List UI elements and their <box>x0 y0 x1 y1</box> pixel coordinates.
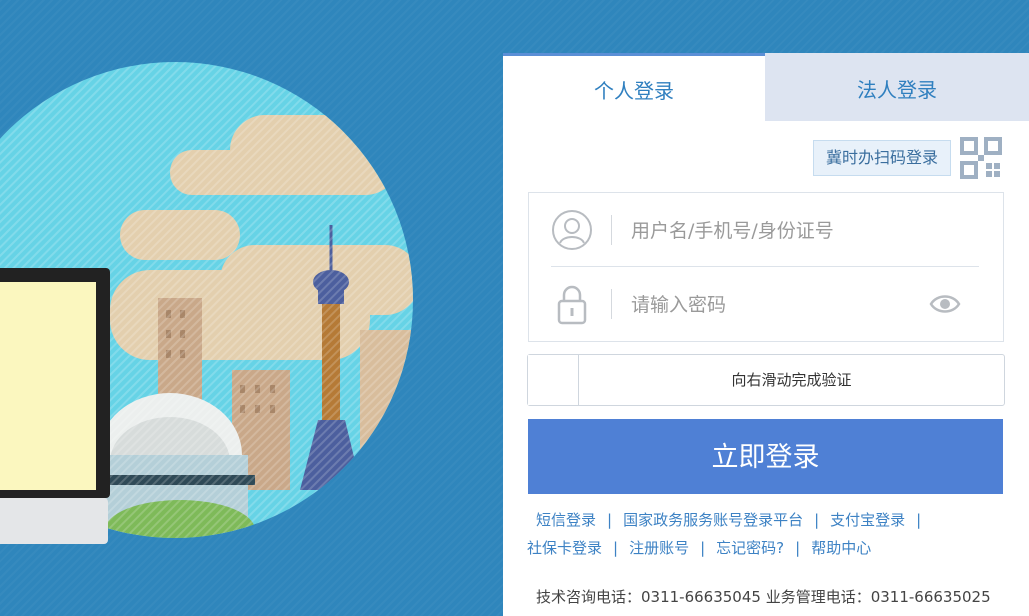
city-illustration-graphic <box>0 62 413 544</box>
qr-login[interactable]: 冀时办扫码登录 <box>813 136 1003 180</box>
support-hotline: 技术咨询电话：0311-66635045 业务管理电话：0311-6663502… <box>536 588 991 606</box>
national-gov-login-link[interactable]: 国家政务服务账号登录平台 <box>623 511 803 529</box>
slider-text: 向右滑动完成验证 <box>731 371 852 389</box>
login-tabs: 个人登录 法人登录 <box>503 53 1029 121</box>
password-separator <box>611 289 612 319</box>
alipay-login-link[interactable]: 支付宝登录 <box>830 511 905 529</box>
qr-login-label[interactable]: 冀时办扫码登录 <box>813 140 951 176</box>
slide-verification[interactable]: 向右滑动完成验证 <box>527 354 1005 406</box>
login-links: 短信登录 | 国家政务服务账号登录平台 | 支付宝登录 | 社保卡登录 | 注册账号 | 忘记密码… <box>527 506 1007 562</box>
tab-personal-login[interactable]: 个人登录 <box>503 53 765 121</box>
link-separator: | <box>795 539 801 557</box>
link-separator: | <box>613 539 619 557</box>
city-illustration <box>0 0 503 616</box>
eye-icon[interactable] <box>929 291 961 317</box>
username-row <box>529 193 1003 267</box>
user-icon <box>552 210 592 250</box>
qr-code-icon[interactable] <box>959 136 1003 180</box>
links-line-1: 短信登录 | 国家政务服务账号登录平台 | 支付宝登录 | <box>527 506 1007 534</box>
link-separator: | <box>916 511 922 529</box>
link-separator: | <box>814 511 820 529</box>
password-input[interactable] <box>629 285 913 325</box>
social-security-card-login-link[interactable]: 社保卡登录 <box>527 539 602 557</box>
login-panel: 个人登录 法人登录 冀时办扫码登录 用户名/手机号/身份证号 向右滑动完成验证 … <box>503 53 1029 616</box>
help-center-link[interactable]: 帮助中心 <box>811 539 871 557</box>
register-link[interactable]: 注册账号 <box>629 539 689 557</box>
forgot-password-link[interactable]: 忘记密码? <box>716 539 784 557</box>
login-button[interactable]: 立即登录 <box>528 419 1003 494</box>
username-separator <box>611 215 612 245</box>
username-input[interactable] <box>629 211 913 251</box>
credentials-form <box>528 192 1004 342</box>
link-separator: | <box>700 539 706 557</box>
slider-handle[interactable] <box>528 355 579 405</box>
password-row <box>529 267 1003 341</box>
links-line-2: 社保卡登录 | 注册账号 | 忘记密码? | 帮助中心 <box>527 534 1007 562</box>
link-separator: | <box>607 511 613 529</box>
lock-icon <box>557 285 587 325</box>
tab-corporate-login[interactable]: 法人登录 <box>765 53 1029 121</box>
sms-login-link[interactable]: 短信登录 <box>536 511 596 529</box>
